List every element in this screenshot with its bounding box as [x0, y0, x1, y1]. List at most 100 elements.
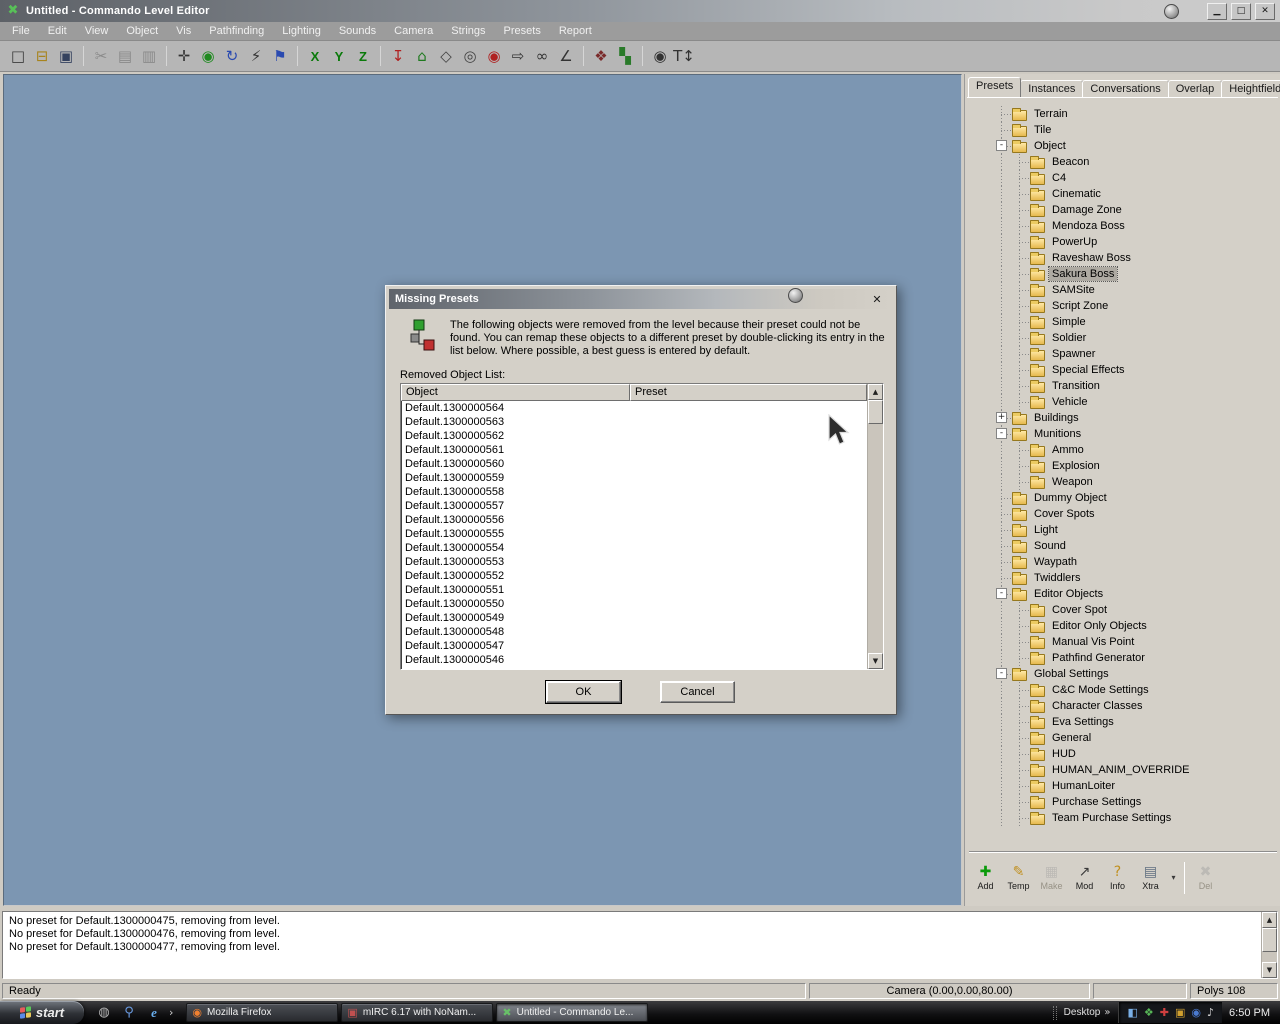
- open-folder-button[interactable]: ⊟: [30, 44, 54, 69]
- menu-object[interactable]: Object: [117, 23, 167, 39]
- menu-camera[interactable]: Camera: [385, 23, 442, 39]
- removed-object-row[interactable]: Default.1300000546: [401, 653, 867, 667]
- axis-y-button[interactable]: Y: [327, 44, 351, 69]
- camera-eye-tool-button[interactable]: ◉: [648, 44, 672, 69]
- removed-object-row[interactable]: Default.1300000548: [401, 625, 867, 639]
- tab-presets[interactable]: Presets: [968, 77, 1021, 97]
- removed-object-row[interactable]: Default.1300000549: [401, 611, 867, 625]
- vis-sector-tool-button[interactable]: ▚: [613, 44, 637, 69]
- removed-object-row[interactable]: Default.1300000550: [401, 597, 867, 611]
- quicklaunch-search-icon[interactable]: ⚲: [120, 1004, 138, 1022]
- quicklaunch-medal-icon[interactable]: ◍: [95, 1004, 113, 1022]
- tree-item-twiddlers[interactable]: Twiddlers: [993, 570, 1279, 586]
- axis-x-button[interactable]: X: [303, 44, 327, 69]
- vis-eye-toggle-button[interactable]: ◉: [196, 44, 220, 69]
- collapse-icon[interactable]: -: [996, 140, 1007, 151]
- toolbar-grip[interactable]: [1053, 1006, 1057, 1020]
- tree-item-cover-spots[interactable]: Cover Spots: [993, 506, 1279, 522]
- xtra-button[interactable]: ▤Xtra: [1134, 859, 1167, 897]
- tree-item-hud[interactable]: HUD: [993, 746, 1279, 762]
- removed-object-row[interactable]: Default.1300000559: [401, 471, 867, 485]
- info-button[interactable]: ?Info: [1101, 859, 1134, 897]
- menu-vis[interactable]: Vis: [167, 23, 200, 39]
- tree-item-light[interactable]: Light: [993, 522, 1279, 538]
- tree-item-waypath[interactable]: Waypath: [993, 554, 1279, 570]
- log-scrollbar[interactable]: ▲ ▼: [1261, 912, 1277, 978]
- removed-object-row[interactable]: Default.1300000554: [401, 541, 867, 555]
- tray-icon-2[interactable]: ❖: [1144, 1007, 1154, 1018]
- menu-presets[interactable]: Presets: [495, 23, 550, 39]
- tree-item-vehicle[interactable]: Vehicle: [993, 394, 1279, 410]
- removed-object-row[interactable]: Default.1300000563: [401, 415, 867, 429]
- removed-object-row[interactable]: Default.1300000551: [401, 583, 867, 597]
- save-file-button[interactable]: ▣: [54, 44, 78, 69]
- building-tool-button[interactable]: ⌂: [410, 44, 434, 69]
- tree-item-damage-zone[interactable]: Damage Zone: [993, 202, 1279, 218]
- walkthrough-tool-button[interactable]: ⚡: [244, 44, 268, 69]
- menu-report[interactable]: Report: [550, 23, 601, 39]
- comment-flag-tool-button[interactable]: ⚑: [268, 44, 292, 69]
- tree-item-human-anim-override[interactable]: HUMAN_ANIM_OVERRIDE: [993, 762, 1279, 778]
- xtra-dropdown-icon[interactable]: ▾: [1167, 873, 1180, 882]
- tree-item-dummy-object[interactable]: Dummy Object: [993, 490, 1279, 506]
- tree-item-buildings[interactable]: +Buildings: [993, 410, 1279, 426]
- tree-item-ammo[interactable]: Ammo: [993, 442, 1279, 458]
- tree-item-global-settings[interactable]: -Global Settings: [993, 666, 1279, 682]
- tree-item-beacon[interactable]: Beacon: [993, 154, 1279, 170]
- tree-item-samsite[interactable]: SAMSite: [993, 282, 1279, 298]
- task-commando-editor[interactable]: ✖Untitled - Commando Le...: [496, 1003, 648, 1022]
- tray-icon-4[interactable]: ▣: [1175, 1007, 1185, 1018]
- removed-object-row[interactable]: Default.1300000555: [401, 527, 867, 541]
- column-header-preset[interactable]: Preset: [630, 384, 867, 401]
- pick-tool-button[interactable]: ✛: [172, 44, 196, 69]
- tree-item-sound[interactable]: Sound: [993, 538, 1279, 554]
- tree-item-object[interactable]: -Object: [993, 138, 1279, 154]
- tab-conversations[interactable]: Conversations: [1082, 80, 1168, 97]
- menu-strings[interactable]: Strings: [442, 23, 494, 39]
- tree-item-editor-only-objects[interactable]: Editor Only Objects: [993, 618, 1279, 634]
- desktop-chevron-icon[interactable]: »: [1104, 1007, 1110, 1018]
- tree-item-soldier[interactable]: Soldier: [993, 330, 1279, 346]
- tree-item-mendoza-boss[interactable]: Mendoza Boss: [993, 218, 1279, 234]
- column-header-object[interactable]: Object: [401, 384, 630, 401]
- scroll-up-icon[interactable]: ▲: [1262, 912, 1277, 928]
- tree-item-general[interactable]: General: [993, 730, 1279, 746]
- tree-item-sakura-boss[interactable]: Sakura Boss: [993, 266, 1279, 282]
- ok-button[interactable]: OK: [546, 681, 621, 703]
- removed-object-row[interactable]: Default.1300000557: [401, 499, 867, 513]
- goto-location-tool-button[interactable]: ⇨: [506, 44, 530, 69]
- vehicle-tool-button[interactable]: ∞: [530, 44, 554, 69]
- cancel-button[interactable]: Cancel: [660, 681, 735, 703]
- tree-item-humanloiter[interactable]: HumanLoiter: [993, 778, 1279, 794]
- tree-item-c4[interactable]: C4: [993, 170, 1279, 186]
- tree-item-munitions[interactable]: -Munitions: [993, 426, 1279, 442]
- axis-z-button[interactable]: Z: [351, 44, 375, 69]
- menu-edit[interactable]: Edit: [39, 23, 76, 39]
- tab-heightfield[interactable]: Heightfield: [1221, 80, 1280, 97]
- add-button[interactable]: ✚Add: [969, 859, 1002, 897]
- tree-item-powerup[interactable]: PowerUp: [993, 234, 1279, 250]
- mod-button[interactable]: ↗Mod: [1068, 859, 1101, 897]
- tab-overlap[interactable]: Overlap: [1168, 80, 1223, 97]
- removed-object-row[interactable]: Default.1300000560: [401, 457, 867, 471]
- scroll-up-icon[interactable]: ▲: [868, 384, 883, 400]
- bounding-box-tool-button[interactable]: ◇: [434, 44, 458, 69]
- menu-file[interactable]: File: [3, 23, 39, 39]
- list-scrollbar[interactable]: ▲ ▼: [867, 384, 883, 669]
- tree-item-explosion[interactable]: Explosion: [993, 458, 1279, 474]
- tree-item-team-purchase-settings[interactable]: Team Purchase Settings: [993, 810, 1279, 826]
- menu-lighting[interactable]: Lighting: [273, 23, 330, 39]
- tree-item-raveshaw-boss[interactable]: Raveshaw Boss: [993, 250, 1279, 266]
- removed-object-row[interactable]: Default.1300000547: [401, 639, 867, 653]
- text-tool-button[interactable]: T↕: [672, 44, 696, 69]
- new-file-button[interactable]: □: [6, 44, 30, 69]
- angle-tool-button[interactable]: ∠: [554, 44, 578, 69]
- tree-item-simple[interactable]: Simple: [993, 314, 1279, 330]
- tree-item-terrain[interactable]: Terrain: [993, 106, 1279, 122]
- start-button[interactable]: start: [0, 1001, 84, 1024]
- minimize-button[interactable]: ▁: [1207, 3, 1227, 20]
- tree-item-eva-settings[interactable]: Eva Settings: [993, 714, 1279, 730]
- menu-sounds[interactable]: Sounds: [330, 23, 385, 39]
- target-tool-button[interactable]: ◉: [482, 44, 506, 69]
- collapse-icon[interactable]: -: [996, 588, 1007, 599]
